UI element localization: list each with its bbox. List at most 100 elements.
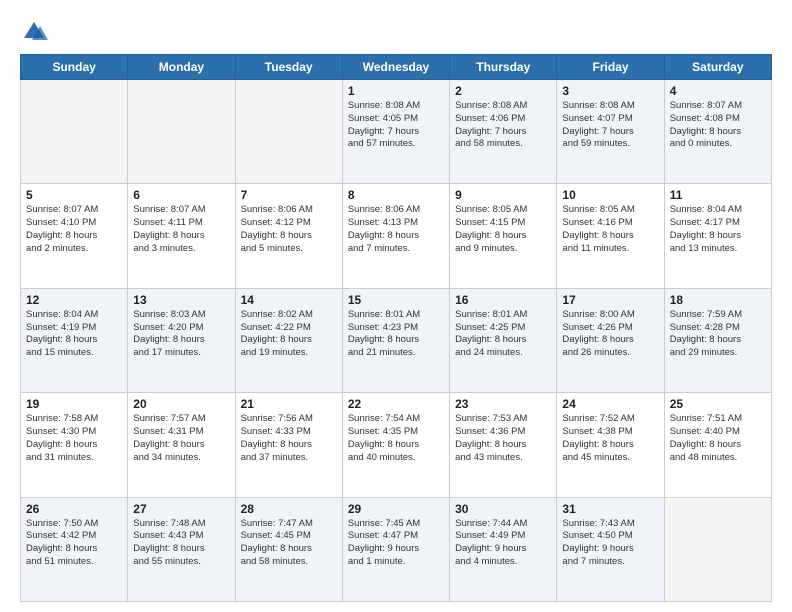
day-number: 28 — [241, 502, 337, 516]
day-number: 15 — [348, 293, 444, 307]
day-number: 27 — [133, 502, 229, 516]
calendar-cell: 25Sunrise: 7:51 AM Sunset: 4:40 PM Dayli… — [664, 393, 771, 497]
day-info: Sunrise: 8:05 AM Sunset: 4:16 PM Dayligh… — [562, 204, 658, 255]
day-info: Sunrise: 7:44 AM Sunset: 4:49 PM Dayligh… — [455, 518, 551, 569]
calendar-week-row: 19Sunrise: 7:58 AM Sunset: 4:30 PM Dayli… — [21, 393, 772, 497]
day-info: Sunrise: 8:06 AM Sunset: 4:13 PM Dayligh… — [348, 204, 444, 255]
calendar-cell: 10 Sunrise: 8:05 AM Sunset: 4:16 PM Dayli… — [557, 184, 664, 288]
day-header-saturday: Saturday — [664, 55, 771, 80]
calendar-cell: 15 Sunrise: 8:01 AM Sunset: 4:23 PM Dayli… — [342, 288, 449, 392]
page: SundayMondayTuesdayWednesdayThursdayFrid… — [0, 0, 792, 612]
day-info: Sunrise: 8:08 AM Sunset: 4:05 PM Dayligh… — [348, 100, 444, 151]
day-number: 29 — [348, 502, 444, 516]
day-number: 14 — [241, 293, 337, 307]
calendar-cell: 5 Sunrise: 8:07 AM Sunset: 4:10 PM Daylig… — [21, 184, 128, 288]
calendar-cell: 27 Sunrise: 7:48 AM Sunset: 4:43 PM Dayli… — [128, 497, 235, 601]
calendar-cell: 2Sunrise: 8:08 AM Sunset: 4:06 PM Daylig… — [450, 80, 557, 184]
header — [20, 18, 772, 46]
day-info: Sunrise: 7:59 AM Sunset: 4:28 PM Dayligh… — [670, 309, 766, 360]
day-number: 5 — [26, 188, 122, 202]
calendar-cell: 30 Sunrise: 7:44 AM Sunset: 4:49 PM Dayli… — [450, 497, 557, 601]
day-info: Sunrise: 8:07 AM Sunset: 4:11 PM Dayligh… — [133, 204, 229, 255]
day-number: 22 — [348, 397, 444, 411]
day-number: 4 — [670, 84, 766, 98]
day-info: Sunrise: 8:01 AM Sunset: 4:23 PM Dayligh… — [348, 309, 444, 360]
day-number: 16 — [455, 293, 551, 307]
calendar-cell: 16 Sunrise: 8:01 AM Sunset: 4:25 PM Dayli… — [450, 288, 557, 392]
day-number: 9 — [455, 188, 551, 202]
calendar-cell: 23Sunrise: 7:53 AM Sunset: 4:36 PM Dayli… — [450, 393, 557, 497]
day-info: Sunrise: 8:00 AM Sunset: 4:26 PM Dayligh… — [562, 309, 658, 360]
day-number: 6 — [133, 188, 229, 202]
day-info: Sunrise: 7:57 AM Sunset: 4:31 PM Dayligh… — [133, 413, 229, 464]
day-info: Sunrise: 8:01 AM Sunset: 4:25 PM Dayligh… — [455, 309, 551, 360]
logo — [20, 18, 52, 46]
calendar-cell: 3 Sunrise: 8:08 AM Sunset: 4:07 PM Daylig… — [557, 80, 664, 184]
day-number: 8 — [348, 188, 444, 202]
day-info: Sunrise: 7:43 AM Sunset: 4:50 PM Dayligh… — [562, 518, 658, 569]
day-number: 21 — [241, 397, 337, 411]
day-header-thursday: Thursday — [450, 55, 557, 80]
calendar-week-row: 26 Sunrise: 7:50 AM Sunset: 4:42 PM Dayli… — [21, 497, 772, 601]
day-number: 24 — [562, 397, 658, 411]
day-info: Sunrise: 7:53 AM Sunset: 4:36 PM Dayligh… — [455, 413, 551, 464]
day-info: Sunrise: 8:03 AM Sunset: 4:20 PM Dayligh… — [133, 309, 229, 360]
calendar-cell: 8 Sunrise: 8:06 AM Sunset: 4:13 PM Daylig… — [342, 184, 449, 288]
day-header-wednesday: Wednesday — [342, 55, 449, 80]
day-info: Sunrise: 7:54 AM Sunset: 4:35 PM Dayligh… — [348, 413, 444, 464]
calendar-cell — [21, 80, 128, 184]
calendar-cell: 13 Sunrise: 8:03 AM Sunset: 4:20 PM Dayli… — [128, 288, 235, 392]
calendar-cell: 17 Sunrise: 8:00 AM Sunset: 4:26 PM Dayli… — [557, 288, 664, 392]
day-info: Sunrise: 7:56 AM Sunset: 4:33 PM Dayligh… — [241, 413, 337, 464]
calendar-cell: 12Sunrise: 8:04 AM Sunset: 4:19 PM Dayli… — [21, 288, 128, 392]
calendar-cell: 9Sunrise: 8:05 AM Sunset: 4:15 PM Daylig… — [450, 184, 557, 288]
day-info: Sunrise: 8:08 AM Sunset: 4:07 PM Dayligh… — [562, 100, 658, 151]
calendar-cell: 31 Sunrise: 7:43 AM Sunset: 4:50 PM Dayli… — [557, 497, 664, 601]
day-number: 10 — [562, 188, 658, 202]
day-number: 7 — [241, 188, 337, 202]
calendar-cell: 1 Sunrise: 8:08 AM Sunset: 4:05 PM Daylig… — [342, 80, 449, 184]
day-number: 11 — [670, 188, 766, 202]
day-number: 25 — [670, 397, 766, 411]
calendar-cell: 19Sunrise: 7:58 AM Sunset: 4:30 PM Dayli… — [21, 393, 128, 497]
calendar-week-row: 12Sunrise: 8:04 AM Sunset: 4:19 PM Dayli… — [21, 288, 772, 392]
day-header-sunday: Sunday — [21, 55, 128, 80]
day-number: 30 — [455, 502, 551, 516]
day-info: Sunrise: 8:07 AM Sunset: 4:08 PM Dayligh… — [670, 100, 766, 151]
day-info: Sunrise: 7:50 AM Sunset: 4:42 PM Dayligh… — [26, 518, 122, 569]
day-number: 1 — [348, 84, 444, 98]
calendar-cell: 6 Sunrise: 8:07 AM Sunset: 4:11 PM Daylig… — [128, 184, 235, 288]
day-number: 3 — [562, 84, 658, 98]
calendar-week-row: 1 Sunrise: 8:08 AM Sunset: 4:05 PM Daylig… — [21, 80, 772, 184]
day-number: 17 — [562, 293, 658, 307]
day-header-monday: Monday — [128, 55, 235, 80]
day-info: Sunrise: 7:48 AM Sunset: 4:43 PM Dayligh… — [133, 518, 229, 569]
day-info: Sunrise: 8:07 AM Sunset: 4:10 PM Dayligh… — [26, 204, 122, 255]
calendar-header-row: SundayMondayTuesdayWednesdayThursdayFrid… — [21, 55, 772, 80]
day-number: 20 — [133, 397, 229, 411]
calendar-cell: 29 Sunrise: 7:45 AM Sunset: 4:47 PM Dayli… — [342, 497, 449, 601]
calendar-cell: 4 Sunrise: 8:07 AM Sunset: 4:08 PM Daylig… — [664, 80, 771, 184]
calendar-cell: 14 Sunrise: 8:02 AM Sunset: 4:22 PM Dayli… — [235, 288, 342, 392]
day-header-tuesday: Tuesday — [235, 55, 342, 80]
day-number: 18 — [670, 293, 766, 307]
day-number: 26 — [26, 502, 122, 516]
calendar-cell: 11Sunrise: 8:04 AM Sunset: 4:17 PM Dayli… — [664, 184, 771, 288]
calendar-cell: 20 Sunrise: 7:57 AM Sunset: 4:31 PM Dayli… — [128, 393, 235, 497]
day-info: Sunrise: 8:08 AM Sunset: 4:06 PM Dayligh… — [455, 100, 551, 151]
calendar-week-row: 5 Sunrise: 8:07 AM Sunset: 4:10 PM Daylig… — [21, 184, 772, 288]
day-number: 31 — [562, 502, 658, 516]
day-header-friday: Friday — [557, 55, 664, 80]
day-info: Sunrise: 8:06 AM Sunset: 4:12 PM Dayligh… — [241, 204, 337, 255]
day-number: 12 — [26, 293, 122, 307]
day-info: Sunrise: 8:02 AM Sunset: 4:22 PM Dayligh… — [241, 309, 337, 360]
calendar-cell: 26 Sunrise: 7:50 AM Sunset: 4:42 PM Dayli… — [21, 497, 128, 601]
day-info: Sunrise: 7:52 AM Sunset: 4:38 PM Dayligh… — [562, 413, 658, 464]
logo-icon — [20, 18, 48, 46]
calendar-cell: 7 Sunrise: 8:06 AM Sunset: 4:12 PM Daylig… — [235, 184, 342, 288]
calendar-cell — [664, 497, 771, 601]
calendar-cell: 22 Sunrise: 7:54 AM Sunset: 4:35 PM Dayli… — [342, 393, 449, 497]
calendar-cell: 24 Sunrise: 7:52 AM Sunset: 4:38 PM Dayli… — [557, 393, 664, 497]
day-info: Sunrise: 7:45 AM Sunset: 4:47 PM Dayligh… — [348, 518, 444, 569]
day-number: 13 — [133, 293, 229, 307]
